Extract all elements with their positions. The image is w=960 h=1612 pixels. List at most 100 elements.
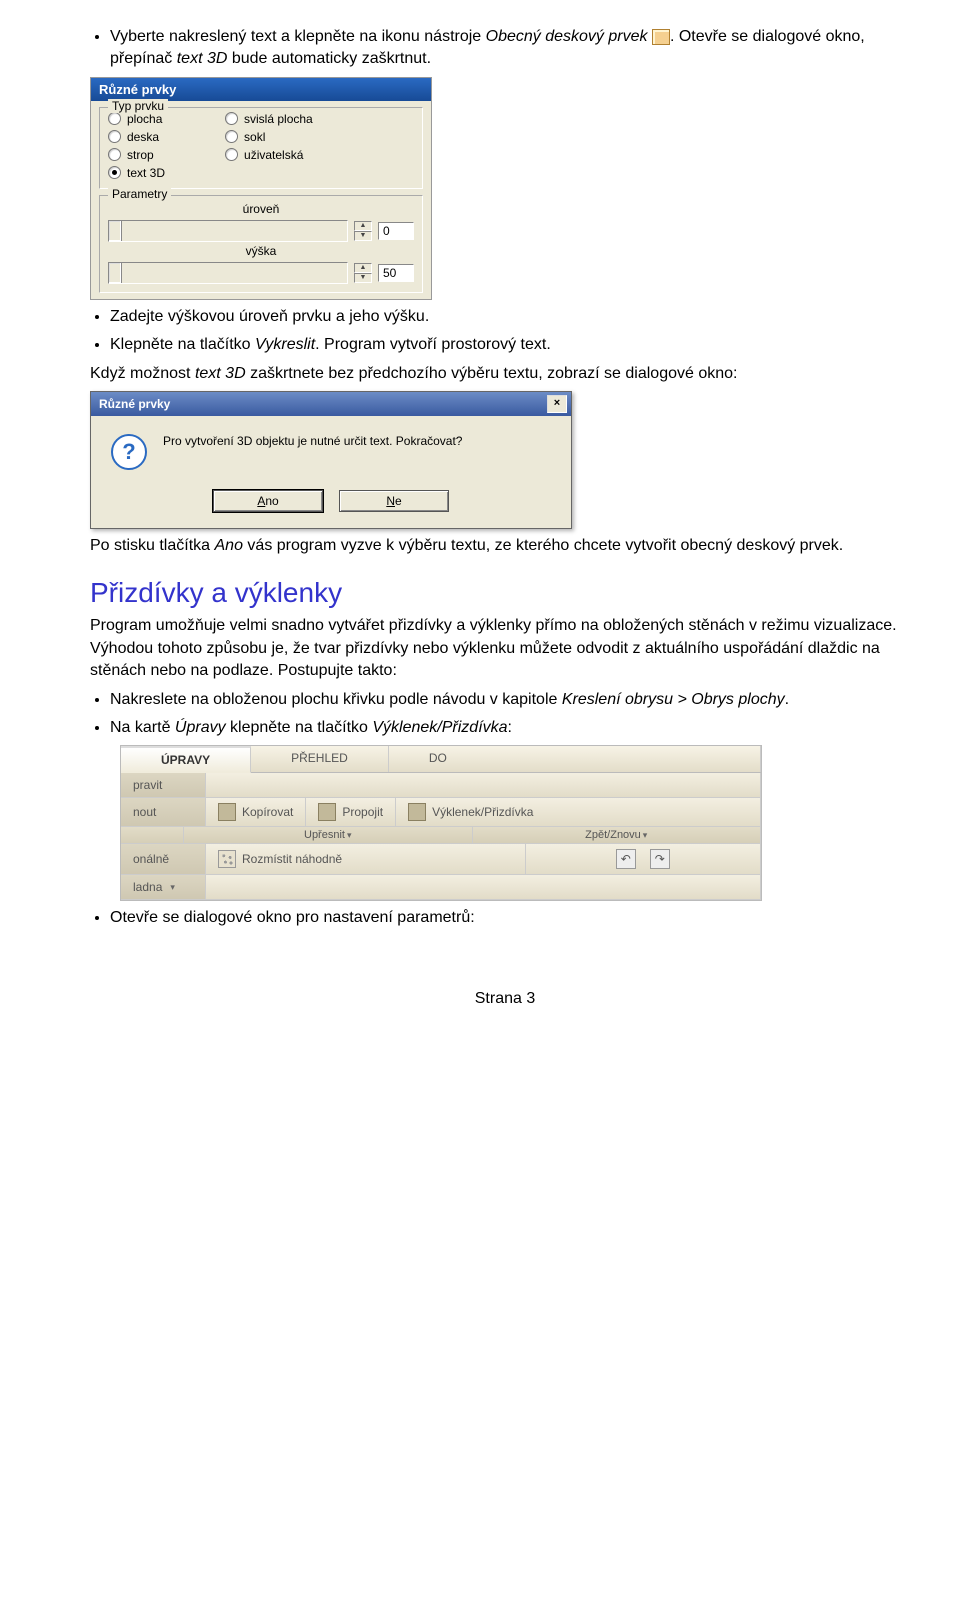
radio-label: sokl (244, 130, 265, 144)
label: Zpět/Znovu (585, 829, 641, 841)
radio-label: uživatelská (244, 148, 303, 162)
radio-uzivatelska[interactable]: uživatelská (225, 148, 313, 162)
text: Po stisku tlačítka (90, 537, 215, 554)
text: zaškrtnete bez předchozího výběru textu,… (246, 365, 738, 382)
radio-text3d[interactable]: text 3D (108, 166, 165, 180)
chevron-down-icon: ▾ (170, 882, 175, 893)
tab-strip: ÚPRAVY PŘEHLED DO (121, 746, 761, 773)
random-icon (218, 850, 236, 868)
text: Nakreslete na obloženou plochu křivku po… (110, 691, 562, 708)
cell-pravit: pravit (121, 773, 206, 797)
after-dlg1-list: Zadejte výškovou úroveň prvku a jeho výš… (90, 306, 920, 357)
spin-height[interactable]: ▲▼ (354, 263, 372, 283)
radio-sokl[interactable]: sokl (225, 130, 313, 144)
mnemonic: N (386, 494, 395, 508)
li-click-vyklenek: Na kartě Úpravy klepněte na tlačítko Výk… (110, 717, 920, 739)
switch-name: text 3D (177, 50, 228, 67)
question-icon: ? (111, 434, 147, 470)
dialog-ruzne-prvky: Různé prvky Typ prvku plocha deska strop… (90, 77, 432, 300)
redo-icon[interactable]: ↷ (650, 849, 670, 869)
board-element-icon (652, 29, 670, 45)
yes-button[interactable]: Ano (213, 490, 323, 512)
radio-label: plocha (127, 112, 162, 126)
label: Upřesnit (304, 829, 345, 841)
li-draw-curve: Nakreslete na obloženou plochu křivku po… (110, 689, 920, 711)
text: : (508, 719, 512, 736)
chevron-down-icon[interactable]: ▾ (347, 830, 352, 840)
label: onálně (133, 852, 169, 866)
close-icon[interactable]: × (547, 395, 567, 413)
radio-label: deska (127, 130, 159, 144)
btn-propojit[interactable]: Propojit (306, 798, 396, 826)
tab-do[interactable]: DO (389, 746, 761, 772)
text: . Program vytvoří prostorový text. (315, 336, 551, 353)
legend: Parametry (108, 187, 171, 201)
radio-plocha[interactable]: plocha (108, 112, 165, 126)
cond-para: Když možnost text 3D zaškrtnete bez před… (90, 363, 920, 385)
after-msg-para: Po stisku tlačítka Ano vás program vyzve… (90, 535, 920, 557)
tab-name: Úpravy (175, 719, 226, 736)
li-final: Otevře se dialogové okno pro nastavení p… (110, 907, 920, 929)
group-zpet-znovu: Zpět/Znovu▾ (473, 827, 762, 843)
tab-upravy[interactable]: ÚPRAVY (121, 746, 251, 773)
slider-height[interactable] (108, 262, 348, 284)
chevron-down-icon[interactable]: ▾ (643, 830, 648, 840)
cell-ladna[interactable]: ladna ▾ (121, 875, 206, 899)
fieldset-params: Parametry úroveň ▲▼ 0 výška ▲▼ 50 (99, 195, 423, 293)
group-upresnit: Upřesnit▾ (184, 827, 473, 843)
intro-list: Vyberte nakreslený text a klepněte na ik… (90, 26, 920, 71)
slider-level[interactable] (108, 220, 348, 242)
msg-titlebar: Různé prvky × (91, 392, 571, 416)
group-spacer (121, 827, 184, 843)
dialog-title: Různé prvky (91, 78, 431, 101)
tool-name: Obecný deskový prvek (486, 28, 648, 45)
button-name: Vykreslit (255, 336, 315, 353)
text: no (265, 494, 278, 508)
niche-icon (408, 803, 426, 821)
reference: Kreslení obrysu > Obrys plochy (562, 691, 785, 708)
label-height: výška (108, 244, 414, 258)
intro-li-1: Vyberte nakreslený text a klepněte na ik… (110, 26, 920, 71)
text: Když možnost (90, 365, 195, 382)
message-box: Různé prvky × ? Pro vytvoření 3D objektu… (90, 391, 572, 529)
tab-prehled[interactable]: PŘEHLED (251, 746, 389, 772)
label: Rozmístit náhodně (242, 852, 342, 866)
cell-onalne[interactable]: onálně (121, 844, 206, 874)
spacer (206, 875, 761, 899)
legend: Typ prvku (108, 99, 168, 113)
text: Vyberte nakreslený text a klepněte na ik… (110, 28, 486, 45)
label: Výklenek/Přizdívka (432, 805, 533, 819)
li-vykreslit: Klepněte na tlačítko Vykreslit. Program … (110, 334, 920, 356)
button-name: Výklenek/Přizdívka (372, 719, 507, 736)
msg-text: Pro vytvoření 3D objektu je nutné určit … (163, 434, 462, 448)
label: Kopírovat (242, 805, 293, 819)
link-icon (318, 803, 336, 821)
spin-level[interactable]: ▲▼ (354, 221, 372, 241)
radio-label: text 3D (127, 166, 165, 180)
button-name: Ano (215, 537, 243, 554)
text: Klepněte na tlačítko (110, 336, 255, 353)
undo-icon[interactable]: ↶ (616, 849, 636, 869)
radio-label: svislá plocha (244, 112, 313, 126)
radio-label: strop (127, 148, 154, 162)
undo-redo-cell: ↶ ↷ (526, 844, 761, 874)
radio-deska[interactable]: deska (108, 130, 165, 144)
btn-vyklenek-prizdivka[interactable]: Výklenek/Přizdívka (396, 798, 761, 826)
ribbon: ÚPRAVY PŘEHLED DO pravit nout Kopírovat … (120, 745, 762, 901)
li-enter-height: Zadejte výškovou úroveň prvku a jeho výš… (110, 306, 920, 328)
radio-strop[interactable]: strop (108, 148, 165, 162)
label: ladna (133, 880, 162, 894)
value-height[interactable]: 50 (378, 264, 414, 282)
cell-nout[interactable]: nout (121, 798, 206, 826)
no-button[interactable]: Ne (339, 490, 449, 512)
value-level[interactable]: 0 (378, 222, 414, 240)
btn-rozmistit-nahodne[interactable]: Rozmístit náhodně (206, 844, 526, 874)
btn-kopirovat[interactable]: Kopírovat (206, 798, 306, 826)
text: vás program vyzve k výběru textu, ze kte… (243, 537, 843, 554)
spacer (206, 773, 761, 797)
radio-svisla-plocha[interactable]: svislá plocha (225, 112, 313, 126)
section-p1: Program umožňuje velmi snadno vytvářet p… (90, 615, 920, 682)
label-level: úroveň (108, 202, 414, 216)
row-level: ▲▼ 0 (108, 220, 414, 242)
text: Na kartě (110, 719, 175, 736)
